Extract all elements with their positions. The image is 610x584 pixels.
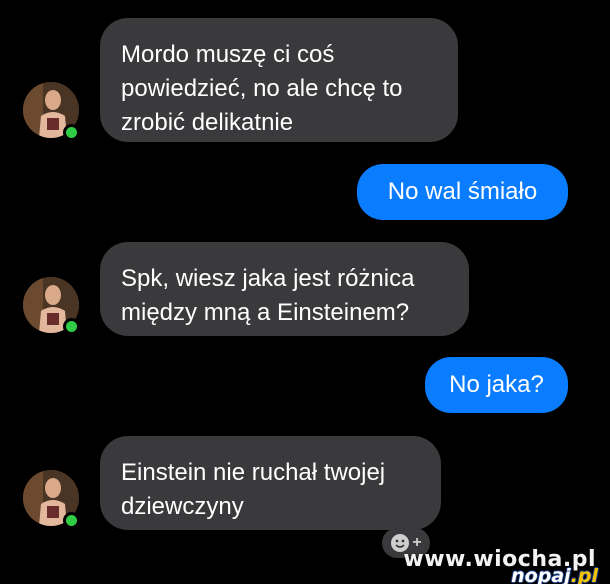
message-incoming[interactable]: Spk, wiesz jaka jest różnica między mną … (100, 242, 469, 336)
online-status-indicator (63, 318, 80, 335)
site-logo: nopaj.pl (511, 565, 598, 584)
logo-name: nopaj (511, 565, 571, 584)
online-status-indicator (63, 512, 80, 529)
message-outgoing[interactable]: No wal śmiało (357, 164, 568, 220)
message-incoming[interactable]: Einstein nie ruchał twojej dziewczyny (100, 436, 441, 530)
message-outgoing[interactable]: No jaka? (425, 357, 568, 413)
message-incoming[interactable]: Mordo muszę ci coś powiedzieć, no ale ch… (100, 18, 458, 142)
online-status-indicator (63, 124, 80, 141)
logo-tld: .pl (570, 565, 598, 584)
